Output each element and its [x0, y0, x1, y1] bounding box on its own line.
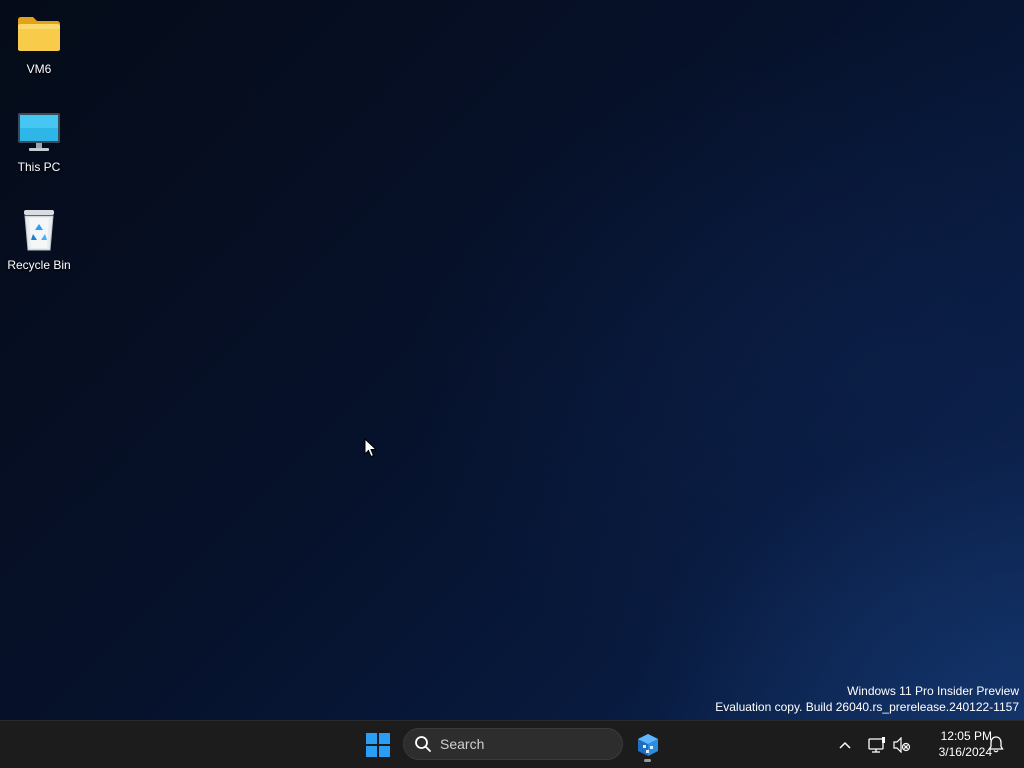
monitor-icon	[15, 108, 63, 156]
taskbar-app-button[interactable]	[628, 725, 668, 765]
watermark-build: Evaluation copy. Build 26040.rs_prerelea…	[715, 700, 1019, 714]
clock[interactable]: 12:05 PM 3/16/2024	[918, 728, 992, 760]
app-package-icon	[638, 734, 658, 756]
desktop[interactable]: VM6 This PC Recycle Bin Windows 11 Pro I…	[0, 0, 1024, 720]
desktop-icon-vm6[interactable]: VM6	[1, 10, 77, 76]
running-indicator	[644, 759, 651, 762]
notifications-button[interactable]	[984, 731, 1008, 759]
network-button[interactable]	[865, 731, 889, 759]
search-icon	[415, 736, 431, 752]
evaluation-watermark: Windows 11 Pro Insider Preview Evaluatio…	[715, 683, 1019, 715]
search-box[interactable]: Search	[403, 728, 623, 760]
desktop-icon-label: Recycle Bin	[7, 258, 71, 272]
chevron-up-icon	[839, 741, 851, 749]
bell-icon	[988, 736, 1004, 753]
desktop-icon-label: This PC	[17, 160, 61, 174]
show-hidden-icons-button[interactable]	[833, 731, 857, 759]
start-button[interactable]	[358, 725, 398, 765]
volume-muted-icon	[893, 737, 911, 753]
network-icon	[868, 737, 885, 753]
windows-logo-icon	[366, 733, 390, 757]
clock-date: 3/16/2024	[938, 745, 992, 759]
folder-icon	[15, 10, 63, 58]
search-placeholder: Search	[440, 736, 485, 752]
clock-time: 12:05 PM	[940, 729, 992, 743]
desktop-icon-recycle-bin[interactable]: Recycle Bin	[1, 206, 77, 272]
volume-button[interactable]	[890, 731, 914, 759]
desktop-icon-this-pc[interactable]: This PC	[1, 108, 77, 174]
taskbar: Search 12:05 PM 3/16/2024	[0, 720, 1024, 768]
watermark-edition: Windows 11 Pro Insider Preview	[847, 684, 1019, 698]
desktop-icon-label: VM6	[26, 62, 52, 76]
mouse-cursor-icon	[364, 438, 378, 458]
recycle-bin-icon	[15, 206, 63, 254]
